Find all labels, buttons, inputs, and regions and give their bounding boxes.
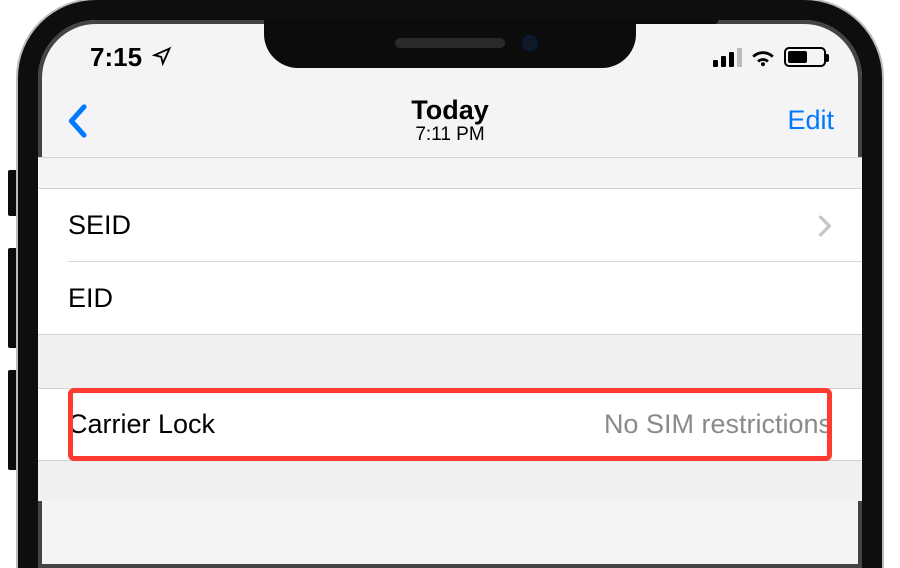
location-icon	[152, 42, 172, 73]
row-carrier-lock[interactable]: Carrier Lock No SIM restrictions	[38, 388, 862, 461]
row-seid[interactable]: SEID	[38, 189, 862, 262]
row-label: EID	[68, 283, 113, 314]
wifi-icon	[750, 47, 776, 67]
row-label: SEID	[68, 210, 131, 241]
row-eid[interactable]: EID	[38, 262, 862, 335]
device-notch	[264, 20, 636, 68]
navigation-bar: Today 7:11 PM Edit	[38, 84, 862, 158]
battery-icon	[784, 47, 826, 67]
chevron-right-icon	[818, 215, 832, 237]
edit-button[interactable]: Edit	[774, 105, 834, 136]
row-value: No SIM restrictions	[604, 409, 832, 440]
row-label: Carrier Lock	[68, 409, 215, 440]
cellular-signal-icon	[713, 48, 742, 67]
nav-subtitle: 7:11 PM	[126, 124, 774, 146]
status-time: 7:15	[90, 42, 142, 73]
nav-title: Today	[126, 95, 774, 126]
settings-list: SEID EID Carrier Lock No SIM restriction…	[38, 158, 862, 501]
chevron-left-icon	[66, 104, 88, 138]
back-button[interactable]	[66, 104, 126, 138]
